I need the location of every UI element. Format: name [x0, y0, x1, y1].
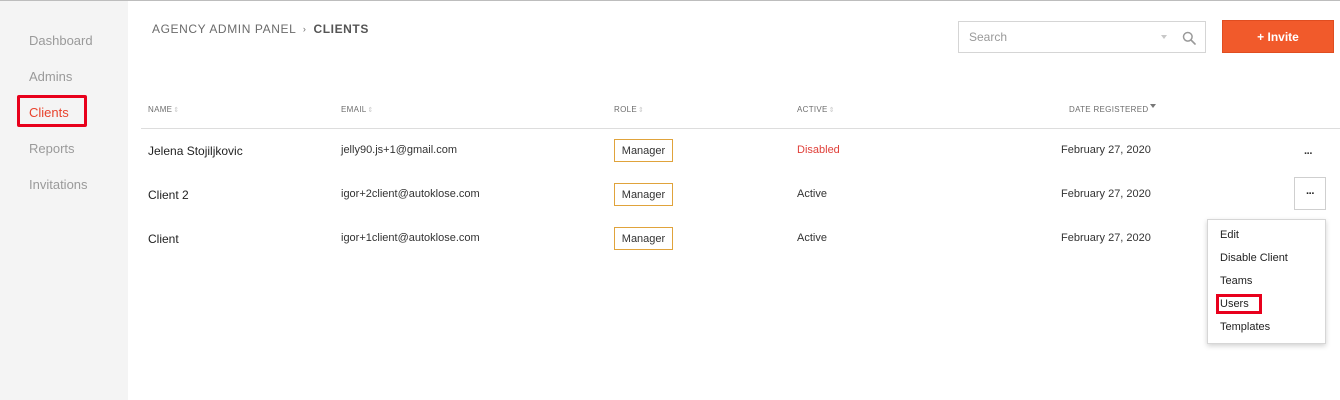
menu-item-teams[interactable]: Teams — [1220, 275, 1252, 287]
column-header-email[interactable]: EMAIL⇕ — [341, 105, 374, 114]
search-input[interactable] — [969, 29, 1149, 45]
sidebar-item-invitations[interactable]: Invitations — [29, 177, 88, 192]
client-name: Client 2 — [148, 188, 189, 202]
sidebar-item-dashboard[interactable]: Dashboard — [29, 33, 93, 48]
menu-item-templates[interactable]: Templates — [1220, 321, 1270, 333]
row-actions-button[interactable]: ··· — [1294, 177, 1326, 210]
status-text: Active — [797, 232, 827, 244]
sort-arrows-icon: ⇕ — [173, 107, 180, 114]
role-badge: Manager — [614, 227, 673, 250]
role-badge: Manager — [614, 183, 673, 206]
client-email: igor+1client@autoklose.com — [341, 232, 480, 244]
client-email: igor+2client@autoklose.com — [341, 188, 480, 200]
header-divider — [141, 128, 1340, 129]
status-text: Active — [797, 188, 827, 200]
column-header-name[interactable]: NAME⇕ — [148, 105, 180, 114]
menu-item-edit[interactable]: Edit — [1220, 229, 1239, 241]
search-icon[interactable] — [1182, 31, 1196, 45]
caret-down-icon[interactable] — [1161, 35, 1167, 39]
column-header-date-registered[interactable]: DATE REGISTERED — [1069, 104, 1157, 114]
breadcrumb-parent[interactable]: AGENCY ADMIN PANEL — [152, 22, 296, 36]
top-border — [0, 0, 1340, 1]
client-email: jelly90.js+1@gmail.com — [341, 144, 458, 156]
client-name: Client — [148, 232, 179, 246]
column-header-active[interactable]: ACTIVE⇕ — [797, 105, 835, 114]
breadcrumb-separator-icon: › — [302, 24, 307, 34]
more-dots-icon[interactable]: ··· — [1304, 148, 1313, 160]
sidebar-item-reports[interactable]: Reports — [29, 141, 75, 156]
clients-highlight-box — [17, 95, 87, 127]
role-badge: Manager — [614, 139, 673, 162]
status-text: Disabled — [797, 144, 840, 156]
sort-arrows-icon: ⇕ — [367, 107, 374, 114]
sort-arrows-icon: ⇕ — [638, 107, 645, 114]
search-box[interactable] — [958, 21, 1206, 53]
sort-arrows-icon: ⇕ — [828, 107, 835, 114]
row-actions-menu: Edit Disable Client Teams Users Template… — [1207, 219, 1326, 344]
sort-desc-icon — [1150, 104, 1157, 108]
client-name: Jelena Stojiljkovic — [148, 144, 243, 158]
users-highlight-box — [1216, 294, 1262, 314]
breadcrumb-current: CLIENTS — [313, 22, 369, 36]
date-registered: February 27, 2020 — [1061, 232, 1151, 244]
column-header-role[interactable]: ROLE⇕ — [614, 105, 644, 114]
breadcrumb: AGENCY ADMIN PANEL › CLIENTS — [152, 22, 369, 36]
sidebar-item-admins[interactable]: Admins — [29, 69, 72, 84]
invite-button[interactable]: + Invite — [1222, 20, 1334, 53]
sidebar: Dashboard Admins Clients Reports Invitat… — [0, 1, 128, 400]
menu-item-disable-client[interactable]: Disable Client — [1220, 252, 1288, 264]
date-registered: February 27, 2020 — [1061, 144, 1151, 156]
date-registered: February 27, 2020 — [1061, 188, 1151, 200]
